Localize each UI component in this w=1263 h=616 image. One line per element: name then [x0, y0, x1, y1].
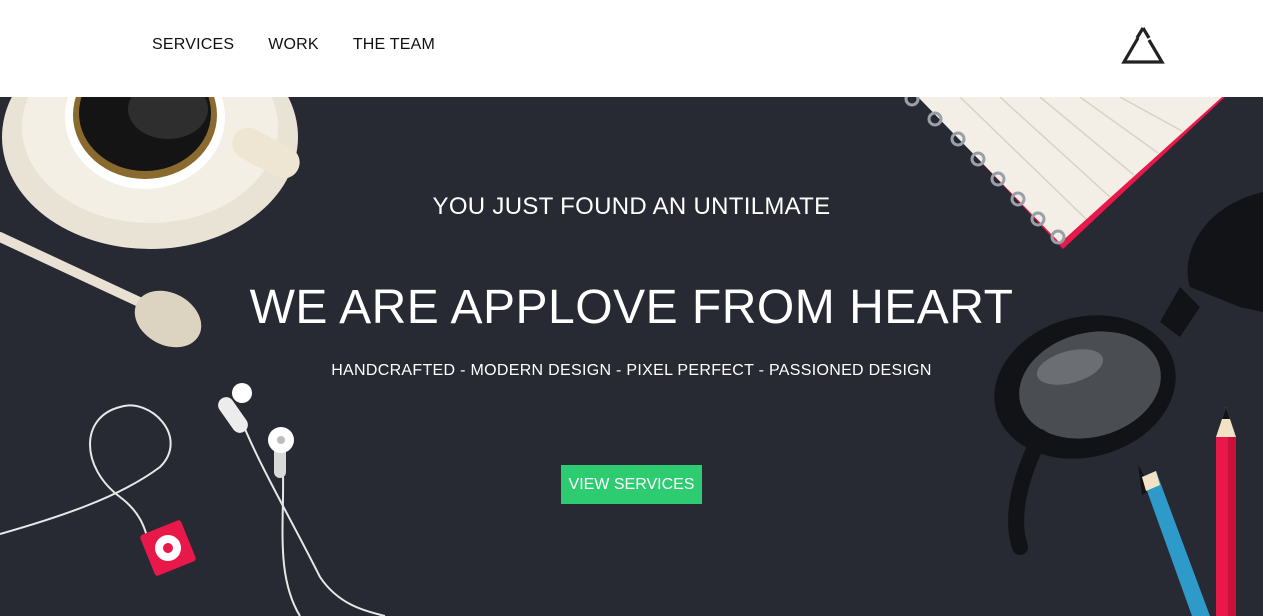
notebook-illustration — [904, 97, 1225, 249]
coffee-cup-illustration — [2, 97, 300, 249]
earphones-illustration — [0, 404, 386, 616]
hero-tagline: HANDCRAFTED - MODERN DESIGN - PIXEL PERF… — [331, 362, 932, 379]
hero-headline: WE ARE APPLOVE FROM HEART — [249, 281, 1014, 334]
main-nav: SERVICES WORK THE TEAM — [152, 35, 469, 55]
red-pencil-illustration — [1216, 407, 1236, 616]
earbud-left-icon — [218, 383, 252, 433]
music-player-illustration — [140, 520, 196, 576]
hero-illustrations — [0, 97, 1263, 616]
triangle-logo-icon[interactable] — [1118, 24, 1168, 68]
view-services-button[interactable]: VIEW SERVICES — [561, 465, 702, 504]
nav-link-work[interactable]: WORK — [268, 35, 319, 55]
blue-pencil-illustration — [1138, 465, 1210, 616]
nav-link-services[interactable]: SERVICES — [152, 35, 234, 55]
nav-link-the-team[interactable]: THE TEAM — [353, 35, 435, 55]
hero-eyebrow: YOU JUST FOUND AN UNTILMATE — [432, 193, 831, 220]
top-navbar: SERVICES WORK THE TEAM — [0, 0, 1263, 97]
hero-section: YOU JUST FOUND AN UNTILMATE WE ARE APPLO… — [0, 97, 1263, 616]
earbud-right-icon — [268, 427, 294, 478]
